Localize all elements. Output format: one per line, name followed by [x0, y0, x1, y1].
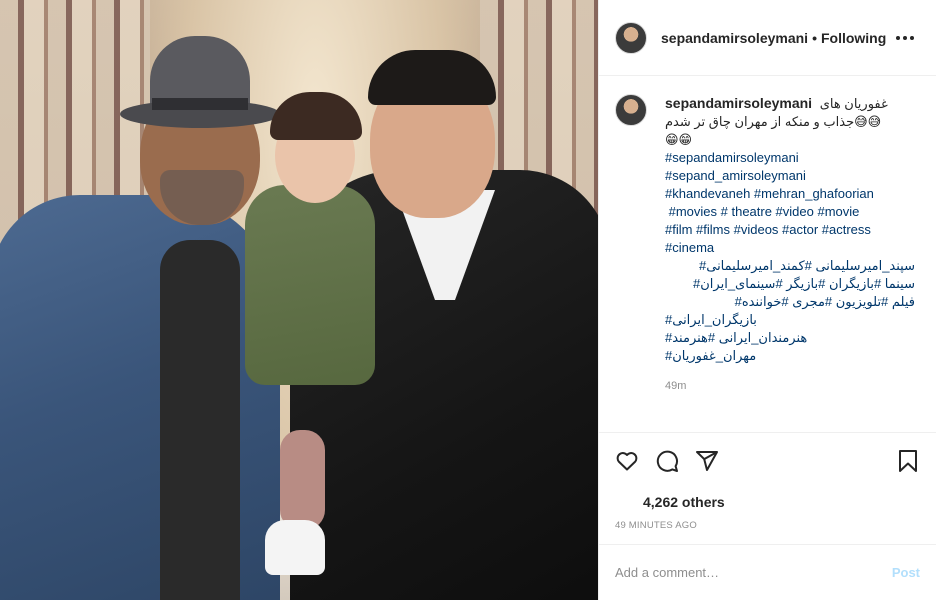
post-header: sepandamirsoleymani • Following — [599, 0, 936, 76]
post-sidebar: sepandamirsoleymani • Following sepandam… — [598, 0, 936, 600]
hashtag-line[interactable]: #cinema — [665, 239, 915, 257]
dot-icon — [903, 35, 907, 40]
hashtag-line[interactable]: #film #films #videos #actor #actress — [665, 221, 915, 239]
share-icon[interactable] — [693, 447, 721, 475]
caption: sepandamirsoleymani غفوریان های 😅😅جذاب و… — [615, 94, 920, 395]
post-photo[interactable] — [0, 0, 598, 600]
separator-dot: • — [812, 29, 817, 46]
post-button[interactable]: Post — [892, 565, 920, 580]
caption-line-2: 😅😅جذاب و منکه از مهران چاق تر شدم — [665, 114, 882, 129]
hashtag-line[interactable]: #sepand_amirsoleymani — [665, 167, 915, 185]
man-left-shirt — [160, 240, 240, 600]
caption-avatar[interactable] — [615, 94, 647, 126]
baby-shoe — [265, 520, 325, 575]
baby-outfit — [245, 185, 375, 385]
hashtag-line-rtl[interactable]: سپند_امیرسلیمانی #کمند_امیرسلیمانی# — [665, 257, 915, 275]
caption-line-1: غفوریان های — [819, 96, 888, 111]
hashtag-line-rtl[interactable]: فیلم #تلویزیون #مجری #خواننده# — [665, 293, 915, 311]
action-bar — [599, 432, 936, 488]
comments-section[interactable]: sepandamirsoleymani غفوریان های 😅😅جذاب و… — [599, 76, 936, 432]
avatar[interactable] — [615, 21, 647, 54]
caption-body: sepandamirsoleymani غفوریان های 😅😅جذاب و… — [665, 94, 915, 395]
hashtag-line-rtl[interactable]: بازیگران_ایرانی# — [665, 311, 915, 329]
likes-count[interactable]: 4,262 others — [599, 488, 936, 510]
hashtag-line-rtl[interactable]: هنرمندان_ایرانی #هنرمند# — [665, 329, 915, 347]
comment-input[interactable] — [615, 565, 892, 580]
more-options-icon[interactable] — [890, 30, 920, 46]
baby-leg — [280, 430, 325, 530]
hashtag-line[interactable]: #khandevaneh #mehran_ghafoorian — [665, 185, 915, 203]
fedora-hat-band — [152, 98, 248, 110]
hashtag-line-rtl[interactable]: سینما #بازیگران #بازیگر #سینمای_ایران# — [665, 275, 915, 293]
dot-icon — [910, 35, 914, 40]
heart-icon[interactable] — [613, 447, 641, 475]
hashtag-line[interactable]: #sepandamirsoleymani — [665, 149, 915, 167]
comment-icon[interactable] — [653, 447, 681, 475]
add-comment-bar: Post — [599, 544, 936, 600]
hashtag-line[interactable]: #movies # theatre #video #movie — [665, 203, 915, 221]
hashtag-line-rtl[interactable]: مهران_غفوریان# — [665, 347, 915, 365]
post-username[interactable]: sepandamirsoleymani — [661, 30, 808, 46]
bookmark-icon[interactable] — [894, 447, 922, 475]
caption-username[interactable]: sepandamirsoleymani — [665, 95, 812, 111]
posted-time: 49 MINUTES AGO — [615, 520, 697, 531]
dot-icon — [896, 35, 900, 40]
man-right-hair — [368, 50, 496, 105]
caption-line-3: 😁😁 — [665, 132, 693, 147]
following-button[interactable]: Following — [821, 30, 886, 46]
caption-timestamp[interactable]: 49m — [665, 377, 915, 395]
hashtag-list: #sepandamirsoleymani #sepand_amirsoleyma… — [665, 149, 915, 365]
